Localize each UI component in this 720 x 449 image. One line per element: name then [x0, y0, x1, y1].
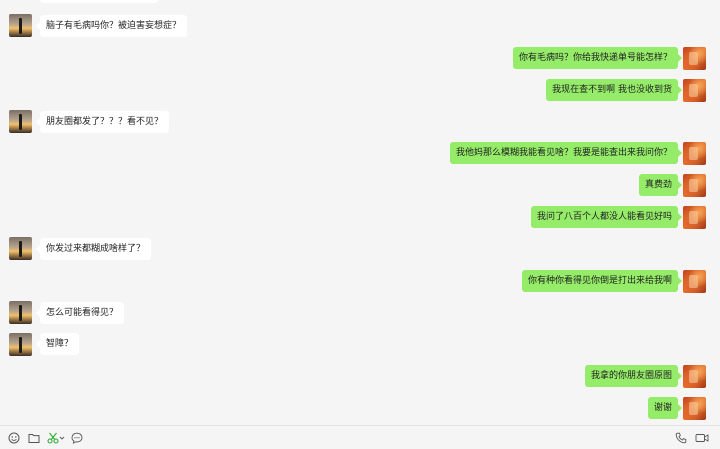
video-call-icon[interactable] [695, 432, 709, 444]
incoming-message[interactable]: 怎么可能看得见？ [35, 302, 125, 324]
outgoing-message[interactable]: 我拿的你朋友圈原图 [584, 365, 683, 387]
my-avatar[interactable] [683, 397, 706, 420]
scissors-icon[interactable] [47, 432, 65, 444]
cropped-message-bubble [40, 0, 158, 3]
phone-icon[interactable] [675, 432, 687, 444]
contact-avatar[interactable] [9, 333, 32, 356]
my-avatar[interactable] [683, 174, 706, 197]
my-avatar[interactable] [683, 270, 706, 293]
my-avatar[interactable] [683, 206, 706, 229]
incoming-message[interactable]: 朋友圈都发了？？？看不见？ [35, 111, 170, 133]
incoming-message[interactable]: 脑子有毛病吗你？被迫害妄想症？ [35, 15, 188, 37]
incoming-message[interactable]: 你发过来都糊成啥样了？ [35, 238, 152, 260]
outgoing-message[interactable]: 你有毛病吗？你给我快递单号能怎样？ [512, 47, 683, 69]
emoji-icon[interactable] [8, 432, 20, 444]
outgoing-message[interactable]: 我现在查不到啊 我也没收到货 [546, 79, 682, 101]
outgoing-message[interactable]: 你有种你看得见你倒是打出来给我啊 [521, 270, 683, 292]
folder-icon[interactable] [28, 432, 40, 444]
my-avatar[interactable] [683, 47, 706, 70]
outgoing-message[interactable]: 真费劲 [638, 174, 683, 196]
outgoing-message[interactable]: 我问了八百个人都没人能看见好吗 [530, 206, 683, 228]
chat-history-icon[interactable] [71, 432, 83, 444]
chat-messages-area[interactable]: 脑子有毛病吗你？被迫害妄想症？ 你有毛病吗？你给我快递单号能怎样？ 我现在查不到… [0, 0, 720, 425]
input-toolbar [0, 425, 720, 449]
contact-avatar[interactable] [9, 237, 32, 260]
my-avatar[interactable] [683, 79, 706, 102]
outgoing-message[interactable]: 我他妈那么模糊我能看见啥？我要是能查出来我问你？ [449, 142, 683, 164]
incoming-message[interactable]: 智障？ [35, 333, 80, 355]
my-avatar[interactable] [683, 365, 706, 388]
my-avatar[interactable] [683, 142, 706, 165]
outgoing-message[interactable]: 谢谢 [647, 397, 683, 419]
contact-avatar[interactable] [9, 301, 32, 324]
contact-avatar[interactable] [9, 110, 32, 133]
contact-avatar[interactable] [9, 14, 32, 37]
